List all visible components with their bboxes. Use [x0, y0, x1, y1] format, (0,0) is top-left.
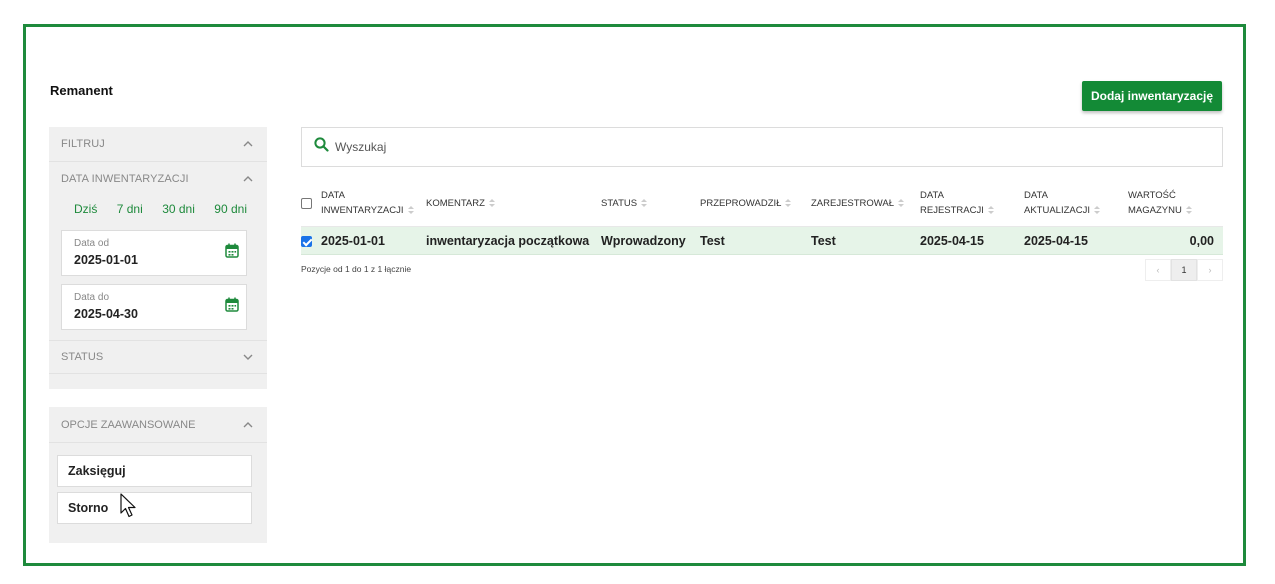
search-input[interactable]	[335, 140, 835, 154]
app-frame: Remanent Dodaj inwentaryzację FILTRUJ DA…	[23, 24, 1246, 566]
column-update-date[interactable]: DATA AKTUALIZACJI	[1024, 179, 1100, 227]
quick-range-30d[interactable]: 30 dni	[162, 202, 195, 216]
sort-icon[interactable]	[898, 199, 905, 207]
column-status[interactable]: STATUS	[601, 179, 648, 227]
table-header: DATA INWENTARYZACJI KOMENTARZ STATUS PRZE…	[301, 179, 1223, 227]
column-registered-by[interactable]: ZAREJESTROWAŁ	[811, 179, 905, 227]
quick-date-ranges: Dziś 7 dni 30 dni 90 dni	[49, 196, 267, 222]
post-button[interactable]: Zaksięguj	[57, 455, 252, 487]
column-label: KOMENTARZ	[426, 197, 485, 209]
inventory-table: DATA INWENTARYZACJI KOMENTARZ STATUS PRZE…	[301, 179, 1223, 281]
page-title: Remanent	[50, 83, 113, 98]
quick-range-90d[interactable]: 90 dni	[214, 202, 247, 216]
pagination: ‹ 1 ›	[1145, 259, 1223, 281]
storno-button[interactable]: Storno	[57, 492, 252, 524]
cell-update-date: 2025-04-15	[1024, 234, 1088, 248]
date-section: DATA INWENTARYZACJI Dziś 7 dni 30 dni 90…	[49, 161, 267, 330]
column-registration-date[interactable]: DATA REJESTRACJI	[920, 179, 994, 227]
cell-registered-by: Test	[811, 234, 836, 248]
column-label: ZAREJESTROWAŁ	[811, 197, 895, 209]
quick-range-7d[interactable]: 7 dni	[117, 202, 143, 216]
column-label: DATA	[321, 190, 345, 201]
date-to-value[interactable]: 2025-04-30	[74, 307, 138, 321]
status-section-label: STATUS	[61, 351, 104, 363]
chevron-up-icon[interactable]	[242, 173, 254, 185]
cell-stock-value: 0,00	[1189, 234, 1214, 248]
column-comment[interactable]: KOMENTARZ	[426, 179, 495, 227]
column-label: DATA	[1024, 190, 1048, 201]
table-row[interactable]: 2025-01-01 inwentaryzacja początkowa Wpr…	[301, 227, 1223, 255]
sort-icon[interactable]	[987, 206, 994, 215]
cell-comment: inwentaryzacja początkowa	[426, 234, 590, 248]
column-inventory-date[interactable]: DATA INWENTARYZACJI	[321, 179, 414, 227]
status-section-header[interactable]: STATUS	[49, 340, 267, 374]
add-inventory-button[interactable]: Dodaj inwentaryzację	[1082, 81, 1222, 111]
advanced-options-header[interactable]: OPCJE ZAAWANSOWANE	[49, 407, 267, 443]
column-label: WARTOŚĆ	[1128, 190, 1176, 201]
column-label: DATA	[920, 190, 944, 201]
date-from-value[interactable]: 2025-01-01	[74, 253, 138, 267]
date-to-label: Data do	[74, 292, 110, 303]
row-count-summary: Pozycje od 1 do 1 z 1 łącznie	[301, 264, 412, 274]
sort-icon[interactable]	[407, 206, 414, 215]
table-footer: Pozycje od 1 do 1 z 1 łącznie ‹ 1 ›	[301, 255, 1223, 281]
search-bar[interactable]	[301, 127, 1223, 167]
column-label: REJESTRACJI	[920, 205, 984, 216]
select-all-cell	[301, 179, 312, 227]
calendar-icon[interactable]	[225, 243, 239, 263]
sort-icon[interactable]	[641, 199, 648, 207]
column-label: PRZEPROWADZIŁ	[700, 197, 782, 209]
cell-inventory-date: 2025-01-01	[321, 234, 385, 248]
cell-registration-date: 2025-04-15	[920, 234, 984, 248]
sort-icon[interactable]	[488, 199, 495, 207]
page-button-current[interactable]: 1	[1171, 259, 1197, 281]
chevron-up-icon[interactable]	[242, 419, 254, 431]
row-select-cell	[301, 227, 312, 255]
mouse-pointer-icon	[120, 493, 136, 518]
next-page-button[interactable]: ›	[1197, 259, 1223, 281]
sort-icon[interactable]	[785, 199, 792, 207]
select-all-checkbox[interactable]	[301, 197, 312, 209]
column-label: STATUS	[601, 197, 638, 209]
filter-header-label: FILTRUJ	[61, 138, 105, 150]
column-label: MAGAZYNU	[1128, 205, 1182, 216]
date-from-label: Data od	[74, 238, 110, 249]
column-stock-value[interactable]: WARTOŚĆ MAGAZYNU	[1128, 179, 1192, 227]
date-to-field[interactable]: Data do 2025-04-30	[61, 284, 247, 330]
search-icon	[314, 137, 329, 157]
column-performed-by[interactable]: PRZEPROWADZIŁ	[700, 179, 792, 227]
sort-icon[interactable]	[1185, 206, 1192, 215]
chevron-up-icon[interactable]	[242, 138, 254, 150]
advanced-options-panel: OPCJE ZAAWANSOWANE Zaksięguj Storno	[49, 407, 267, 543]
cell-performed-by: Test	[700, 234, 725, 248]
date-section-header[interactable]: DATA INWENTARYZACJI	[49, 162, 267, 196]
calendar-icon[interactable]	[225, 297, 239, 317]
column-label: INWENTARYZACJI	[321, 205, 404, 216]
row-checkbox[interactable]	[301, 235, 312, 247]
advanced-options-label: OPCJE ZAAWANSOWANE	[61, 418, 196, 431]
prev-page-button[interactable]: ‹	[1145, 259, 1171, 281]
filter-panel: FILTRUJ DATA INWENTARYZACJI Dziś 7 dni 3…	[49, 127, 267, 389]
date-from-field[interactable]: Data od 2025-01-01	[61, 230, 247, 276]
date-section-label: DATA INWENTARYZACJI	[61, 173, 189, 185]
column-label: AKTUALIZACJI	[1024, 205, 1090, 216]
sort-icon[interactable]	[1094, 206, 1100, 215]
cell-status: Wprowadzony	[601, 234, 686, 248]
chevron-down-icon[interactable]	[242, 351, 254, 363]
filter-header[interactable]: FILTRUJ	[49, 127, 267, 161]
quick-range-today[interactable]: Dziś	[74, 202, 97, 216]
